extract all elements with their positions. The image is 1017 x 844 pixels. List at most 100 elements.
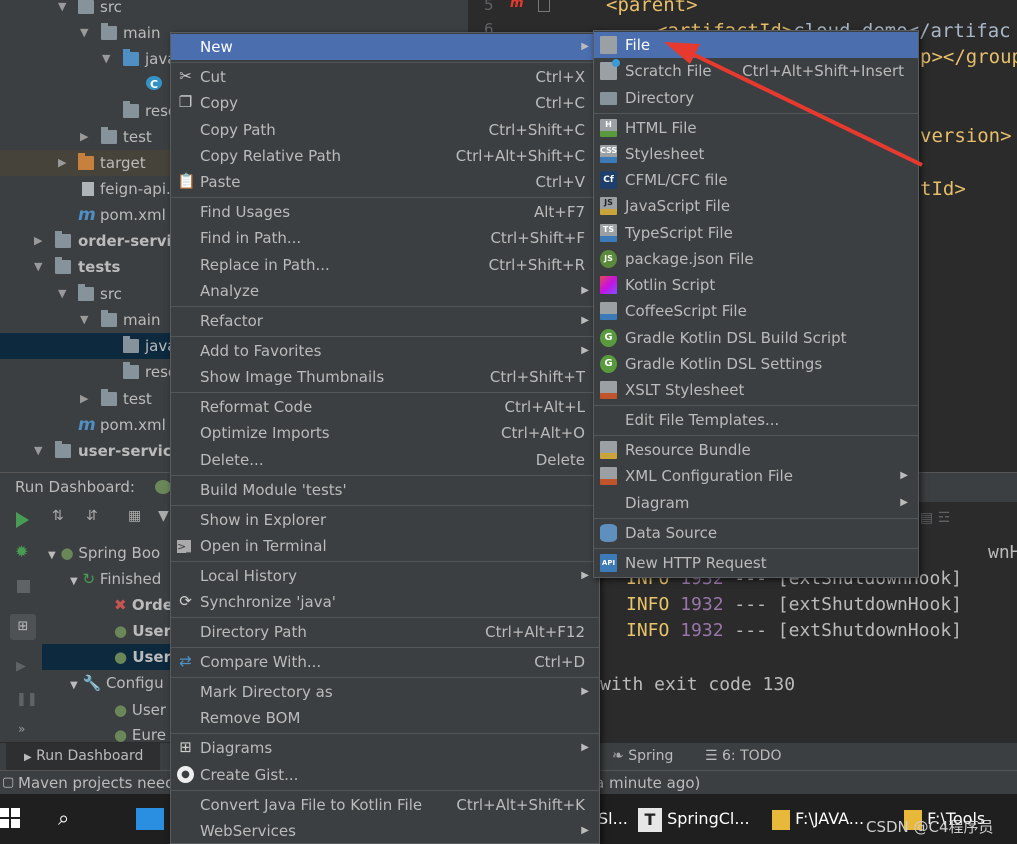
submenu-item-cfml-file[interactable]: Cf CFML/CFC file bbox=[594, 167, 918, 193]
menu-item-copy-relative-path[interactable]: Copy Relative Path Ctrl+Alt+Shift+C bbox=[171, 143, 599, 169]
pause-icon[interactable]: ❚❚ bbox=[16, 692, 38, 707]
submenu-item-scratch-file[interactable]: Scratch File Ctrl+Alt+Shift+Insert bbox=[594, 58, 918, 84]
menu-item-open-in-terminal[interactable]: >_ Open in Terminal bbox=[171, 533, 599, 559]
expand-arrow-icon[interactable]: ▼ bbox=[58, 0, 66, 20]
tab-todo[interactable]: ☰ 6: TODO bbox=[705, 743, 781, 770]
run-tree-eureka[interactable]: ● Eure bbox=[114, 722, 166, 742]
stop-icon[interactable] bbox=[17, 580, 30, 593]
submenu-item-resource-bundle[interactable]: Resource Bundle bbox=[594, 437, 918, 463]
submenu-item-kotlin-script[interactable]: Kotlin Script bbox=[594, 272, 918, 298]
menu-item-compare-with[interactable]: ⇄ Compare With... Ctrl+D bbox=[171, 649, 599, 675]
menu-item-create-gist[interactable]: ● Create Gist... bbox=[171, 762, 599, 788]
submenu-item-stylesheet[interactable]: CSS Stylesheet bbox=[594, 141, 918, 167]
more-icon[interactable]: » bbox=[18, 722, 25, 736]
menu-item-synchronize[interactable]: ⟳ Synchronize 'java' bbox=[171, 589, 599, 615]
menu-item-diagrams[interactable]: ⊞ Diagrams ▶ bbox=[171, 735, 599, 761]
menu-item-show-image-thumbnails[interactable]: Show Image Thumbnails Ctrl+Shift+T bbox=[171, 364, 599, 390]
menu-item-add-to-favorites[interactable]: Add to Favorites ▶ bbox=[171, 338, 599, 364]
submenu-item-package-json[interactable]: JS package.json File bbox=[594, 246, 918, 272]
expand-arrow-icon[interactable]: ▼ bbox=[34, 438, 42, 464]
run-icon[interactable] bbox=[16, 512, 29, 528]
taskbar-item[interactable]: Sl... bbox=[598, 794, 628, 844]
run-tree-user-config[interactable]: ● User bbox=[114, 697, 166, 723]
menu-item-find-usages[interactable]: Find Usages Alt+F7 bbox=[171, 199, 599, 225]
expand-arrow-icon[interactable]: ▼ bbox=[58, 281, 66, 307]
menu-item-directory-path[interactable]: Directory Path Ctrl+Alt+F12 bbox=[171, 619, 599, 645]
collapse-arrow-icon[interactable]: ▶ bbox=[58, 150, 66, 176]
expand-arrow-icon[interactable]: ▼ bbox=[80, 307, 88, 333]
menu-item-remove-bom[interactable]: Remove BOM bbox=[171, 705, 599, 731]
submenu-item-directory[interactable]: Directory bbox=[594, 85, 918, 111]
submenu-item-coffeescript-file[interactable]: CoffeeScript File bbox=[594, 298, 918, 324]
fold-marker-icon[interactable] bbox=[538, 0, 550, 12]
taskbar-item-springcloud[interactable]: T SpringCl... bbox=[638, 794, 750, 844]
tree-row-src[interactable]: ▼ src bbox=[0, 0, 468, 20]
expand-arrow-icon[interactable]: ▼ bbox=[48, 550, 56, 561]
submenu-item-new-http-request[interactable]: API New HTTP Request bbox=[594, 550, 918, 576]
menu-item-cut[interactable]: ✂ Cut Ctrl+X bbox=[171, 64, 599, 90]
filter-icon[interactable]: ▼ bbox=[158, 508, 169, 524]
tab-spring[interactable]: ❧ Spring bbox=[612, 743, 673, 770]
menu-item-copy[interactable]: ❐ Copy Ctrl+C bbox=[171, 90, 599, 116]
collapse-all-icon[interactable]: ⇵ bbox=[86, 508, 98, 524]
collapse-arrow-icon[interactable]: ▶ bbox=[80, 386, 88, 412]
submenu-item-gradle-build-script[interactable]: G Gradle Kotlin DSL Build Script bbox=[594, 325, 918, 351]
expand-all-icon[interactable]: ⇅ bbox=[52, 508, 64, 524]
menu-item-optimize-imports[interactable]: Optimize Imports Ctrl+Alt+O bbox=[171, 420, 599, 446]
menu-item-new[interactable]: New ▶ bbox=[171, 34, 599, 60]
run-tree-configuration[interactable]: ▼ 🔧 Configu bbox=[70, 670, 164, 696]
menu-shortcut: Ctrl+Shift+R bbox=[488, 256, 585, 274]
menu-item-show-in-explorer[interactable]: Show in Explorer bbox=[171, 507, 599, 533]
menu-item-refactor[interactable]: Refactor ▶ bbox=[171, 308, 599, 334]
menu-label: File bbox=[625, 36, 651, 54]
submenu-item-file[interactable]: File bbox=[594, 32, 918, 58]
maven-gutter-icon[interactable]: m bbox=[510, 0, 524, 11]
expand-arrow-icon[interactable]: ▼ bbox=[70, 680, 78, 691]
menu-item-paste[interactable]: 📋 Paste Ctrl+V bbox=[171, 169, 599, 195]
expand-arrow-icon[interactable]: ▼ bbox=[70, 576, 78, 587]
menu-item-local-history[interactable]: Local History ▶ bbox=[171, 563, 599, 589]
menu-item-delete[interactable]: Delete... Delete bbox=[171, 447, 599, 473]
log-thread: wnHook] bbox=[988, 542, 1017, 563]
run-tree-spring-boot[interactable]: ▼ ● Spring Boo bbox=[48, 540, 160, 566]
group-icon[interactable]: ⊞ bbox=[10, 614, 36, 640]
run-tree-user[interactable]: ● User bbox=[114, 618, 171, 644]
expand-arrow-icon[interactable]: ▼ bbox=[102, 46, 110, 72]
status-icon[interactable]: ▢ bbox=[2, 771, 14, 795]
menu-item-convert-to-kotlin[interactable]: Convert Java File to Kotlin File Ctrl+Alt… bbox=[171, 792, 599, 818]
submenu-item-gradle-settings[interactable]: G Gradle Kotlin DSL Settings bbox=[594, 351, 918, 377]
submenu-item-xml-configuration-file[interactable]: XML Configuration File ▶ bbox=[594, 463, 918, 489]
menu-item-copy-path[interactable]: Copy Path Ctrl+Shift+C bbox=[171, 117, 599, 143]
submenu-item-diagram[interactable]: Diagram ▶ bbox=[594, 490, 918, 516]
debug-icon[interactable]: ✹ bbox=[15, 542, 28, 561]
menu-item-analyze[interactable]: Analyze ▶ bbox=[171, 278, 599, 304]
expand-arrow-icon[interactable]: ▼ bbox=[80, 20, 88, 46]
submenu-item-xslt-stylesheet[interactable]: XSLT Stylesheet bbox=[594, 377, 918, 403]
submenu-item-typescript-file[interactable]: TS TypeScript File bbox=[594, 220, 918, 246]
submenu-item-data-source[interactable]: Data Source bbox=[594, 520, 918, 546]
menu-item-webservices[interactable]: WebServices ▶ bbox=[171, 818, 599, 844]
run-tree-order[interactable]: ✖ Orde bbox=[114, 592, 173, 618]
menu-item-reformat-code[interactable]: Reformat Code Ctrl+Alt+L bbox=[171, 394, 599, 420]
submenu-item-javascript-file[interactable]: JS JavaScript File bbox=[594, 193, 918, 219]
console-toolbar-icon[interactable]: ▤ ☲ bbox=[920, 510, 950, 526]
taskview-icon[interactable] bbox=[136, 808, 164, 830]
search-icon[interactable]: ⌕ bbox=[58, 806, 69, 830]
expand-arrow-icon[interactable]: ▼ bbox=[34, 254, 42, 280]
submenu-item-edit-file-templates[interactable]: Edit File Templates... bbox=[594, 407, 918, 433]
menu-item-build-module[interactable]: Build Module 'tests' bbox=[171, 477, 599, 503]
tab-run-dashboard[interactable]: ▶ Run Dashboard bbox=[6, 743, 160, 770]
menu-item-replace-in-path[interactable]: Replace in Path... Ctrl+Shift+R bbox=[171, 252, 599, 278]
run-tree-finished[interactable]: ▼ ↻ Finished bbox=[70, 566, 161, 592]
menu-item-find-in-path[interactable]: Find in Path... Ctrl+Shift+F bbox=[171, 225, 599, 251]
group-by-icon[interactable]: ▦ bbox=[128, 508, 141, 524]
windows-start-icon[interactable] bbox=[0, 808, 20, 828]
resume-icon[interactable]: ▶ bbox=[16, 659, 26, 674]
collapse-arrow-icon[interactable]: ▶ bbox=[34, 228, 42, 254]
menu-item-mark-directory-as[interactable]: Mark Directory as ▶ bbox=[171, 679, 599, 705]
spring-boot-icon[interactable] bbox=[155, 480, 171, 494]
collapse-arrow-icon[interactable]: ▶ bbox=[80, 124, 88, 150]
submenu-item-html-file[interactable]: H HTML File bbox=[594, 115, 918, 141]
run-tree-user-selected[interactable]: ● User bbox=[42, 644, 172, 670]
taskbar-item-java-folder[interactable]: F:\JAVA... bbox=[772, 794, 864, 844]
